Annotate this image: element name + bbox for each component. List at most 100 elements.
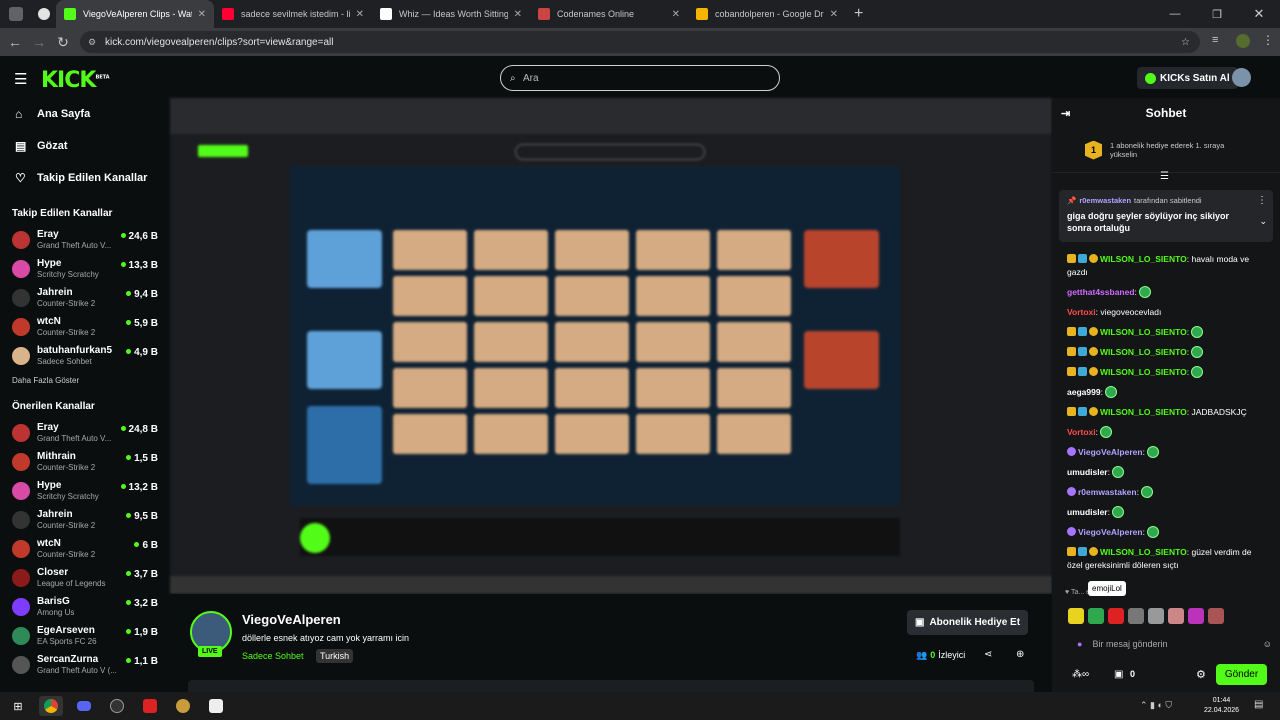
buy-kicks-button[interactable]: KICKs Satın Al xyxy=(1137,67,1238,89)
chat-username[interactable]: WILSON_LO_SIENTO xyxy=(1100,407,1187,417)
emote-icon[interactable] xyxy=(1208,608,1224,624)
browser-tab[interactable]: Whiz — Ideas Worth Sitting Wi ✕ xyxy=(372,0,530,28)
chat-username[interactable]: WILSON_LO_SIENTO xyxy=(1100,327,1187,337)
hamburger-menu-icon[interactable]: ☰ xyxy=(14,70,27,88)
channel-item[interactable]: Hype Scritchy Scratchy 13,3 B xyxy=(0,254,170,283)
sidebar-menu-item[interactable]: ▤ Gözat xyxy=(0,130,170,162)
chat-username[interactable]: umudisler xyxy=(1067,507,1108,517)
kicks-points-icon[interactable]: ⁂∞ xyxy=(1072,669,1089,680)
show-more-link[interactable]: Daha Fazla Göster xyxy=(0,370,170,391)
chat-username[interactable]: getthat4ssbaned xyxy=(1067,287,1135,297)
browser-tab[interactable]: sadece sevilmek istedim - lin pe ✕ xyxy=(214,0,372,28)
pinned-expand-icon[interactable]: ⌄ xyxy=(1259,216,1267,227)
search-input[interactable]: ⌕ Ara xyxy=(500,65,780,91)
tab-group-icon[interactable] xyxy=(32,0,56,28)
app-red-icon[interactable] xyxy=(138,696,162,716)
gift-leaderboard-banner[interactable]: 1 1 abonelik hediye ederek 1. sıraya yük… xyxy=(1052,128,1280,173)
profile-avatar[interactable] xyxy=(1236,34,1250,48)
channel-item[interactable]: Eray Grand Theft Auto V... 24,8 B xyxy=(0,418,170,447)
channel-item[interactable]: Hype Scritchy Scratchy 13,2 B xyxy=(0,476,170,505)
channel-item[interactable]: wtcN Counter-Strike 2 6 B xyxy=(0,534,170,563)
collapse-chat-icon[interactable]: ⇥ xyxy=(1061,107,1070,120)
kick-logo[interactable]: KICKBETA xyxy=(41,68,110,93)
chat-settings-icon[interactable]: ⚙ xyxy=(1196,668,1206,681)
channel-item[interactable]: Jahrein Counter-Strike 2 9,5 B xyxy=(0,505,170,534)
emote-icon[interactable] xyxy=(1148,608,1164,624)
reload-icon[interactable]: ↻ xyxy=(51,34,75,51)
back-icon[interactable]: ← xyxy=(3,34,27,50)
stream-tag[interactable]: Turkish xyxy=(316,649,354,663)
steam-icon[interactable] xyxy=(105,696,129,716)
video-player[interactable] xyxy=(170,98,1052,594)
media-icon[interactable]: ≡ xyxy=(1212,34,1218,46)
browser-tab[interactable]: cobandolperen - Google Drive ✕ xyxy=(688,0,846,28)
chat-username[interactable]: umudisler xyxy=(1067,467,1108,477)
chat-username[interactable]: ViegoVeAlperen xyxy=(1078,447,1143,457)
emote-icon[interactable] xyxy=(1188,608,1204,624)
channel-item[interactable]: BarisG Among Us 3,2 B xyxy=(0,592,170,621)
tab-close-icon[interactable]: ✕ xyxy=(198,9,206,20)
channel-item[interactable]: Mithrain Counter-Strike 2 1,5 B xyxy=(0,447,170,476)
chat-username[interactable]: WILSON_LO_SIENTO xyxy=(1100,254,1187,264)
send-button[interactable]: Gönder xyxy=(1216,664,1267,685)
start-icon[interactable]: ⊞ xyxy=(6,696,30,716)
chat-username[interactable]: Vortoxi xyxy=(1067,307,1096,317)
site-info-icon[interactable]: ⚙ xyxy=(88,37,96,48)
chat-username[interactable]: Vortoxi xyxy=(1067,427,1096,437)
tab-close-icon[interactable]: ✕ xyxy=(830,9,838,20)
tab-close-icon[interactable]: ✕ xyxy=(356,9,364,20)
app-white-icon[interactable] xyxy=(204,696,228,716)
channel-item[interactable]: Eray Grand Theft Auto V... 24,6 B xyxy=(0,225,170,254)
pinned-more-icon[interactable]: ⋮ xyxy=(1257,195,1267,206)
browser-tab[interactable]: ViegoVeAlperen Clips - Watch ✕ xyxy=(56,0,214,28)
system-tray-icons[interactable]: ⌃ ▮ ◐ ⛉ xyxy=(1140,700,1172,711)
emoji-picker-icon[interactable]: ☺ xyxy=(1263,639,1272,649)
chat-username[interactable]: WILSON_LO_SIENTO xyxy=(1100,347,1187,357)
browser-menu-icon[interactable]: ⋮ xyxy=(1262,33,1274,47)
tab-close-icon[interactable]: ✕ xyxy=(672,9,680,20)
close-icon[interactable]: ✕ xyxy=(1238,6,1280,22)
league-icon[interactable] xyxy=(171,696,195,716)
channel-item[interactable]: batuhanfurkan5 Sadece Sohbet 4,9 B xyxy=(0,341,170,370)
chat-username[interactable]: aega999 xyxy=(1067,387,1101,397)
emote-icon[interactable] xyxy=(1068,608,1084,624)
channel-item[interactable]: SercanZurna Grand Theft Auto V (... 1,1 B xyxy=(0,650,170,679)
channel-item[interactable]: wtcN Counter-Strike 2 5,9 B xyxy=(0,312,170,341)
url-field[interactable]: ⚙ kick.com/viegovealperen/clips?sort=vie… xyxy=(80,31,1200,53)
channel-item[interactable]: Jahrein Counter-Strike 2 9,4 B xyxy=(0,283,170,312)
emote-icon[interactable] xyxy=(1108,608,1124,624)
notifications-icon[interactable]: ▤ xyxy=(1254,699,1263,710)
chat-scroll-icon[interactable]: ☰ xyxy=(1160,171,1169,182)
sidebar-menu-item[interactable]: ⌂ Ana Sayfa xyxy=(0,98,170,130)
maximize-icon[interactable]: ❐ xyxy=(1196,8,1238,21)
new-tab-button[interactable]: + xyxy=(854,5,863,23)
emote-icon[interactable] xyxy=(1128,608,1144,624)
channel-name[interactable]: ViegoVeAlperen xyxy=(242,612,341,627)
channel-item[interactable]: Closer League of Legends 3,7 B xyxy=(0,563,170,592)
channel-item[interactable]: EgeArseven EA Sports FC 26 1,9 B xyxy=(0,621,170,650)
chat-message-input[interactable]: ● Bir mesaj gönderin ☺ xyxy=(1077,637,1272,651)
discord-icon[interactable] xyxy=(72,696,96,716)
chat-username[interactable]: ViegoVeAlperen xyxy=(1078,527,1143,537)
share-icon[interactable]: ⋖ xyxy=(984,649,992,660)
sidebar-menu-item[interactable]: ♡ Takip Edilen Kanallar xyxy=(0,162,170,194)
pinned-message[interactable]: 📌 r0emwastaken tarafından sabitlendi gig… xyxy=(1059,190,1273,242)
gift-sub-button[interactable]: ▣ Abonelik Hediye Et xyxy=(907,610,1029,635)
chat-username[interactable]: WILSON_LO_SIENTO xyxy=(1100,367,1187,377)
chat-username[interactable]: r0emwastaken xyxy=(1078,487,1137,497)
chrome-icon[interactable] xyxy=(39,696,63,716)
browser-tab[interactable]: Codenames Online ✕ xyxy=(530,0,688,28)
forward-icon[interactable]: → xyxy=(27,34,51,50)
user-avatar[interactable] xyxy=(1232,68,1251,87)
follow-user-icon[interactable]: ⊕ xyxy=(1016,649,1024,660)
stream-category[interactable]: Sadece Sohbet xyxy=(242,651,304,661)
minimize-icon[interactable]: — xyxy=(1154,8,1196,20)
chat-username[interactable]: WILSON_LO_SIENTO xyxy=(1100,547,1187,557)
bookmark-star-icon[interactable]: ☆ xyxy=(1181,37,1190,48)
clock[interactable]: 01:44 22.04.2026 xyxy=(1204,696,1239,716)
tab-close-icon[interactable]: ✕ xyxy=(514,9,522,20)
emote-icon[interactable] xyxy=(1088,608,1104,624)
gift-icon-chat[interactable]: ▣ xyxy=(1114,669,1123,680)
tab-search-icon[interactable] xyxy=(0,0,32,28)
emote-icon[interactable] xyxy=(1168,608,1184,624)
